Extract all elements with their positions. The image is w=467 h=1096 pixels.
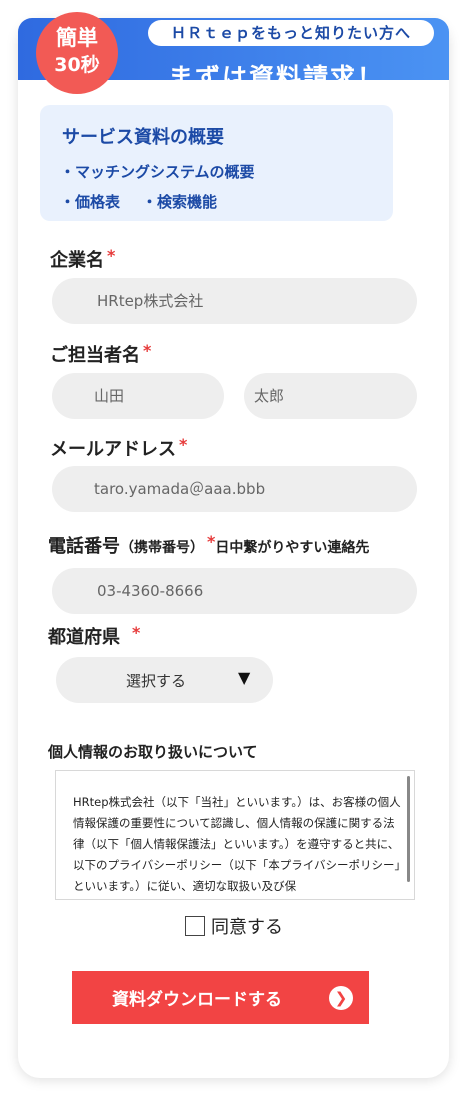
summary-item: ・検索機能 [142,193,218,211]
badge-line2: 30秒 [54,54,100,76]
required-mark: * [143,341,152,360]
person-label: ご担当者名 * [50,341,151,367]
summary-heading: サービス資料の概要 [62,127,224,148]
first-name-input[interactable]: 太郎 [244,373,417,419]
agree-checkbox[interactable] [185,916,205,936]
speed-badge: 簡単 30秒 [36,12,118,94]
prefecture-selected: 選択する [126,672,187,690]
header-title: まずは資料請求！ [168,63,385,92]
privacy-policy-box[interactable]: HRtep株式会社（以下「当社」といいます。）は、お客様の個人情報保護の重要性に… [55,770,415,900]
privacy-scrollbar[interactable] [407,776,410,882]
required-mark: * [132,623,141,642]
company-label: 企業名 * [50,246,115,272]
dropdown-arrow-icon: ▼ [238,668,251,687]
privacy-title: 個人情報のお取り扱いについて [48,743,258,761]
service-summary: サービス資料の概要 ・マッチングシステムの概要 ・価格表 ・検索機能 [40,105,393,221]
phone-input[interactable]: 03-4360-8666 [52,568,417,614]
person-label-text: ご担当者名 [50,345,140,366]
phone-note: 日中繋がりやすい連絡先 [215,540,370,556]
phone-note: （携帯番号） [120,540,204,556]
last-name-input[interactable]: 山田 [52,373,224,419]
download-button-label: 資料ダウンロードする [112,990,282,1010]
email-label-text: メールアドレス [50,439,176,460]
agree-label[interactable]: 同意する [211,913,283,939]
phone-label-text: 電話番号 [48,536,120,557]
company-label-text: 企業名 [50,250,104,271]
required-mark: * [179,435,188,454]
email-label: メールアドレス * [50,435,187,461]
privacy-policy-text: HRtep株式会社（以下「当社」といいます。）は、お客様の個人情報保護の重要性に… [73,795,401,893]
required-mark: * [107,246,116,265]
prefecture-label: 都道府県 * [48,623,140,649]
download-button[interactable]: 資料ダウンロードする ❯ [72,971,369,1024]
summary-item: ・マッチングシステムの概要 [60,163,255,181]
header-tagline: ＨＲｔｅｐをもっと知りたい方へ [148,20,434,46]
summary-item: ・価格表 [60,193,121,211]
company-input[interactable]: HRtep株式会社 [52,278,417,324]
chevron-right-icon: ❯ [329,986,353,1010]
email-input[interactable]: taro.yamada＠aaa.bbb [52,466,417,512]
phone-label: 電話番号（携帯番号） *日中繋がりやすい連絡先 [48,532,369,558]
prefecture-label-text: 都道府県 [48,627,120,648]
badge-line1: 簡単 [56,26,98,50]
